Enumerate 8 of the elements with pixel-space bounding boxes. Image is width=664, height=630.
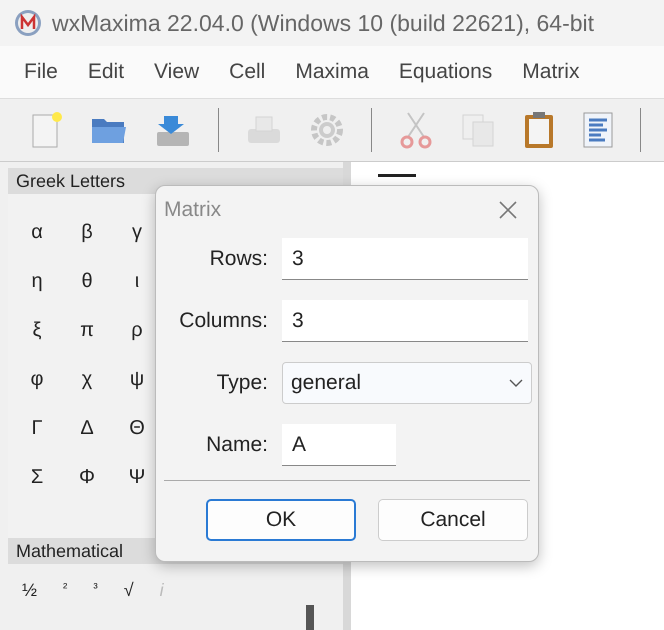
dialog-title: Matrix	[164, 198, 222, 222]
window-title: wxMaxima 22.04.0 (Windows 10 (build 22621), 64-bit	[52, 10, 594, 36]
field-label: Rows:	[208, 247, 268, 271]
panel-title: Greek Letters	[16, 170, 126, 192]
field-label: Type:	[216, 371, 268, 395]
panel-title: Mathematical	[16, 540, 124, 562]
field-label: Name:	[205, 433, 268, 457]
field-label: Columns:	[178, 309, 268, 333]
